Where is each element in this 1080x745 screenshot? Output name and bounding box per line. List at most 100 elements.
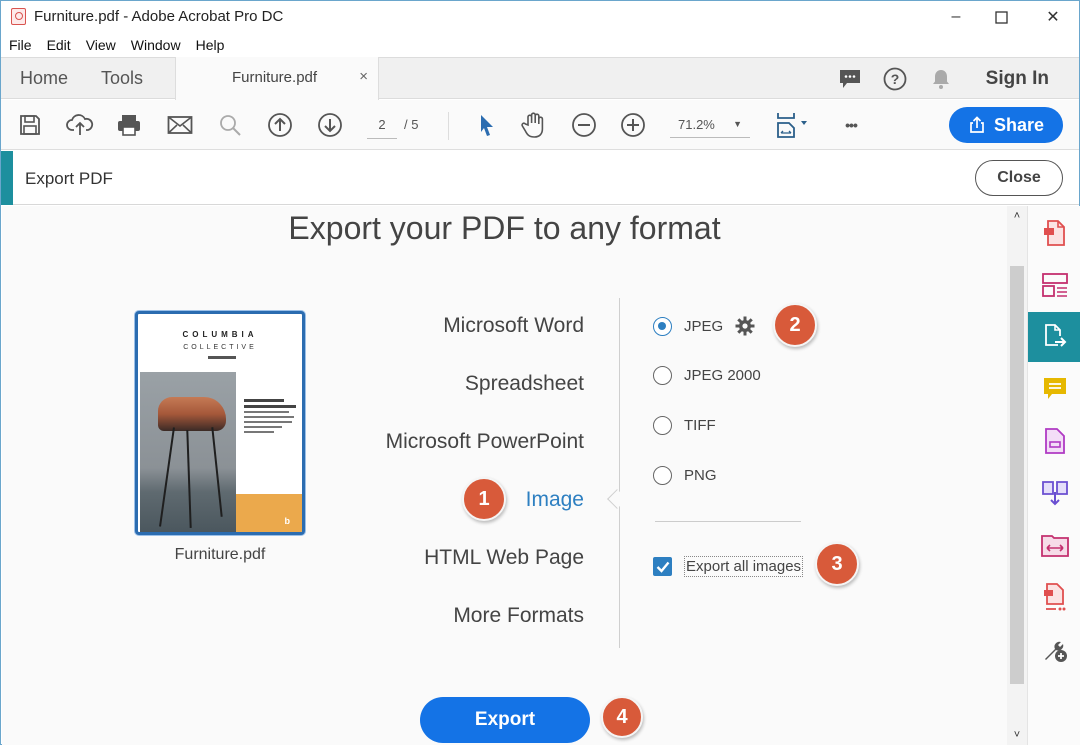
zoom-in-icon[interactable] <box>619 111 647 139</box>
radio-jpeg[interactable] <box>653 316 672 336</box>
rail-organize-pages[interactable] <box>1028 260 1080 310</box>
format-more-formats[interactable]: More Formats <box>453 604 584 628</box>
rail-fill-sign[interactable] <box>1028 416 1080 466</box>
option-png[interactable]: PNG <box>653 466 717 485</box>
format-image[interactable]: Image <box>526 488 584 512</box>
tab-bar: Home Tools Furniture.pdf × ? Sign In <box>1 57 1079 100</box>
format-microsoft-word[interactable]: Microsoft Word <box>443 314 584 338</box>
option-tiff[interactable]: TIFF <box>653 416 716 435</box>
rail-combine[interactable] <box>1028 520 1080 570</box>
create-pdf-icon <box>1043 220 1065 246</box>
option-jpeg-2000-label: JPEG 2000 <box>684 367 761 384</box>
format-microsoft-powerpoint[interactable]: Microsoft PowerPoint <box>386 430 584 454</box>
option-jpeg[interactable]: JPEG <box>653 316 755 336</box>
export-pdf-title: Export PDF <box>25 169 113 188</box>
maximize-button[interactable] <box>986 5 1016 29</box>
option-jpeg-label: JPEG <box>684 317 724 335</box>
format-spreadsheet[interactable]: Spreadsheet <box>465 372 584 396</box>
minimize-button[interactable]: – <box>941 5 971 29</box>
title-bar: Furniture.pdf - Adobe Acrobat Pro DC – ✕ <box>1 1 1079 33</box>
menu-help[interactable]: Help <box>188 34 232 56</box>
next-page-icon[interactable] <box>316 111 344 139</box>
page-number-input[interactable]: 2 <box>367 115 397 139</box>
export-all-images-checkbox[interactable] <box>653 557 672 576</box>
menu-view[interactable]: View <box>78 34 123 56</box>
panel-divider <box>619 298 620 648</box>
save-icon[interactable] <box>16 111 44 139</box>
menu-window[interactable]: Window <box>123 34 188 56</box>
thumbnail-subtitle-line <box>208 356 236 359</box>
option-png-label: PNG <box>684 467 717 484</box>
chair-leg <box>186 429 192 529</box>
export-all-images-row[interactable]: Export all images <box>653 556 804 577</box>
email-icon[interactable] <box>166 111 194 139</box>
help-icon[interactable]: ? <box>882 67 908 91</box>
chair-leg <box>211 427 223 517</box>
menu-file[interactable]: File <box>1 34 39 56</box>
export-button[interactable]: Export <box>420 697 590 743</box>
menu-edit[interactable]: Edit <box>39 34 78 56</box>
step-badge-4: 4 <box>601 696 643 738</box>
scroll-down-arrow[interactable]: ˅ <box>1007 725 1027 745</box>
settings-gear-icon[interactable] <box>735 316 755 336</box>
chair-seat <box>158 397 226 431</box>
rail-create-pdf[interactable] <box>1028 208 1080 258</box>
main-heading: Export your PDF to any format <box>288 210 721 246</box>
export-all-images-label: Export all images <box>684 556 804 577</box>
vertical-scrollbar[interactable]: ˄ ˅ <box>1007 206 1027 745</box>
chevron-down-icon: ▼ <box>733 119 742 129</box>
toolbar: 2 / 5 71.2% ▼ ••• Share <box>1 100 1079 150</box>
previous-page-icon[interactable] <box>266 111 294 139</box>
document-thumbnail[interactable]: COLUMBIA COLLECTIVE b <box>135 311 305 535</box>
scroll-up-arrow[interactable]: ˄ <box>1007 206 1027 226</box>
comments-icon[interactable] <box>837 67 863 91</box>
rail-comment[interactable] <box>1028 364 1080 414</box>
close-button[interactable]: Close <box>975 160 1063 196</box>
maximize-icon <box>994 10 1008 24</box>
toolbar-divider <box>448 112 449 140</box>
export-pdf-header: Export PDF Close <box>1 151 1079 205</box>
sign-in-link[interactable]: Sign In <box>986 68 1049 90</box>
acrobat-app-icon <box>11 8 26 25</box>
rail-export-pdf[interactable] <box>1028 312 1080 362</box>
notifications-bell-icon[interactable] <box>928 67 954 91</box>
option-jpeg-2000[interactable]: JPEG 2000 <box>653 366 761 385</box>
format-html-web-page[interactable]: HTML Web Page <box>424 546 584 570</box>
zoom-level-dropdown[interactable]: 71.2% ▼ <box>670 114 750 138</box>
search-icon[interactable] <box>216 111 244 139</box>
checkmark-icon <box>656 561 669 573</box>
zoom-out-icon[interactable] <box>570 111 598 139</box>
rail-more-tools[interactable] <box>1028 624 1080 674</box>
hand-tool-icon[interactable] <box>520 111 548 139</box>
fit-page-icon[interactable] <box>772 111 812 139</box>
print-icon[interactable] <box>115 111 143 139</box>
thumbnail-corner-mark: b <box>284 516 291 526</box>
tab-document[interactable]: Furniture.pdf × <box>175 57 379 100</box>
close-window-button[interactable]: ✕ <box>1038 5 1068 29</box>
header-accent-bar <box>1 151 13 205</box>
tab-tools[interactable]: Tools <box>101 68 143 89</box>
select-pointer-icon[interactable] <box>472 111 500 139</box>
organize-pages-icon <box>1041 273 1068 297</box>
export-pdf-icon <box>1044 324 1066 347</box>
option-tiff-label: TIFF <box>684 417 716 434</box>
window-title: Furniture.pdf - Adobe Acrobat Pro DC <box>34 8 284 25</box>
scroll-thumb[interactable] <box>1010 266 1024 684</box>
combine-icon <box>1040 535 1069 557</box>
share-button[interactable]: Share <box>949 107 1063 143</box>
comment-icon <box>1043 378 1066 399</box>
rail-compress[interactable] <box>1028 468 1080 518</box>
radio-tiff[interactable] <box>653 416 672 435</box>
document-tab-close-button[interactable]: × <box>359 68 368 85</box>
selection-pointer-notch <box>607 489 627 509</box>
radio-png[interactable] <box>653 466 672 485</box>
more-options-icon[interactable]: ••• <box>837 111 865 139</box>
more-tools-icon <box>1044 641 1067 662</box>
radio-jpeg-2000[interactable] <box>653 366 672 385</box>
page-total: / 5 <box>404 117 419 132</box>
svg-text:?: ? <box>891 71 900 87</box>
document-tab-label: Furniture.pdf <box>232 69 318 86</box>
upload-cloud-icon[interactable] <box>66 111 94 139</box>
rail-redact[interactable] <box>1028 572 1080 622</box>
tab-home[interactable]: Home <box>20 68 68 89</box>
